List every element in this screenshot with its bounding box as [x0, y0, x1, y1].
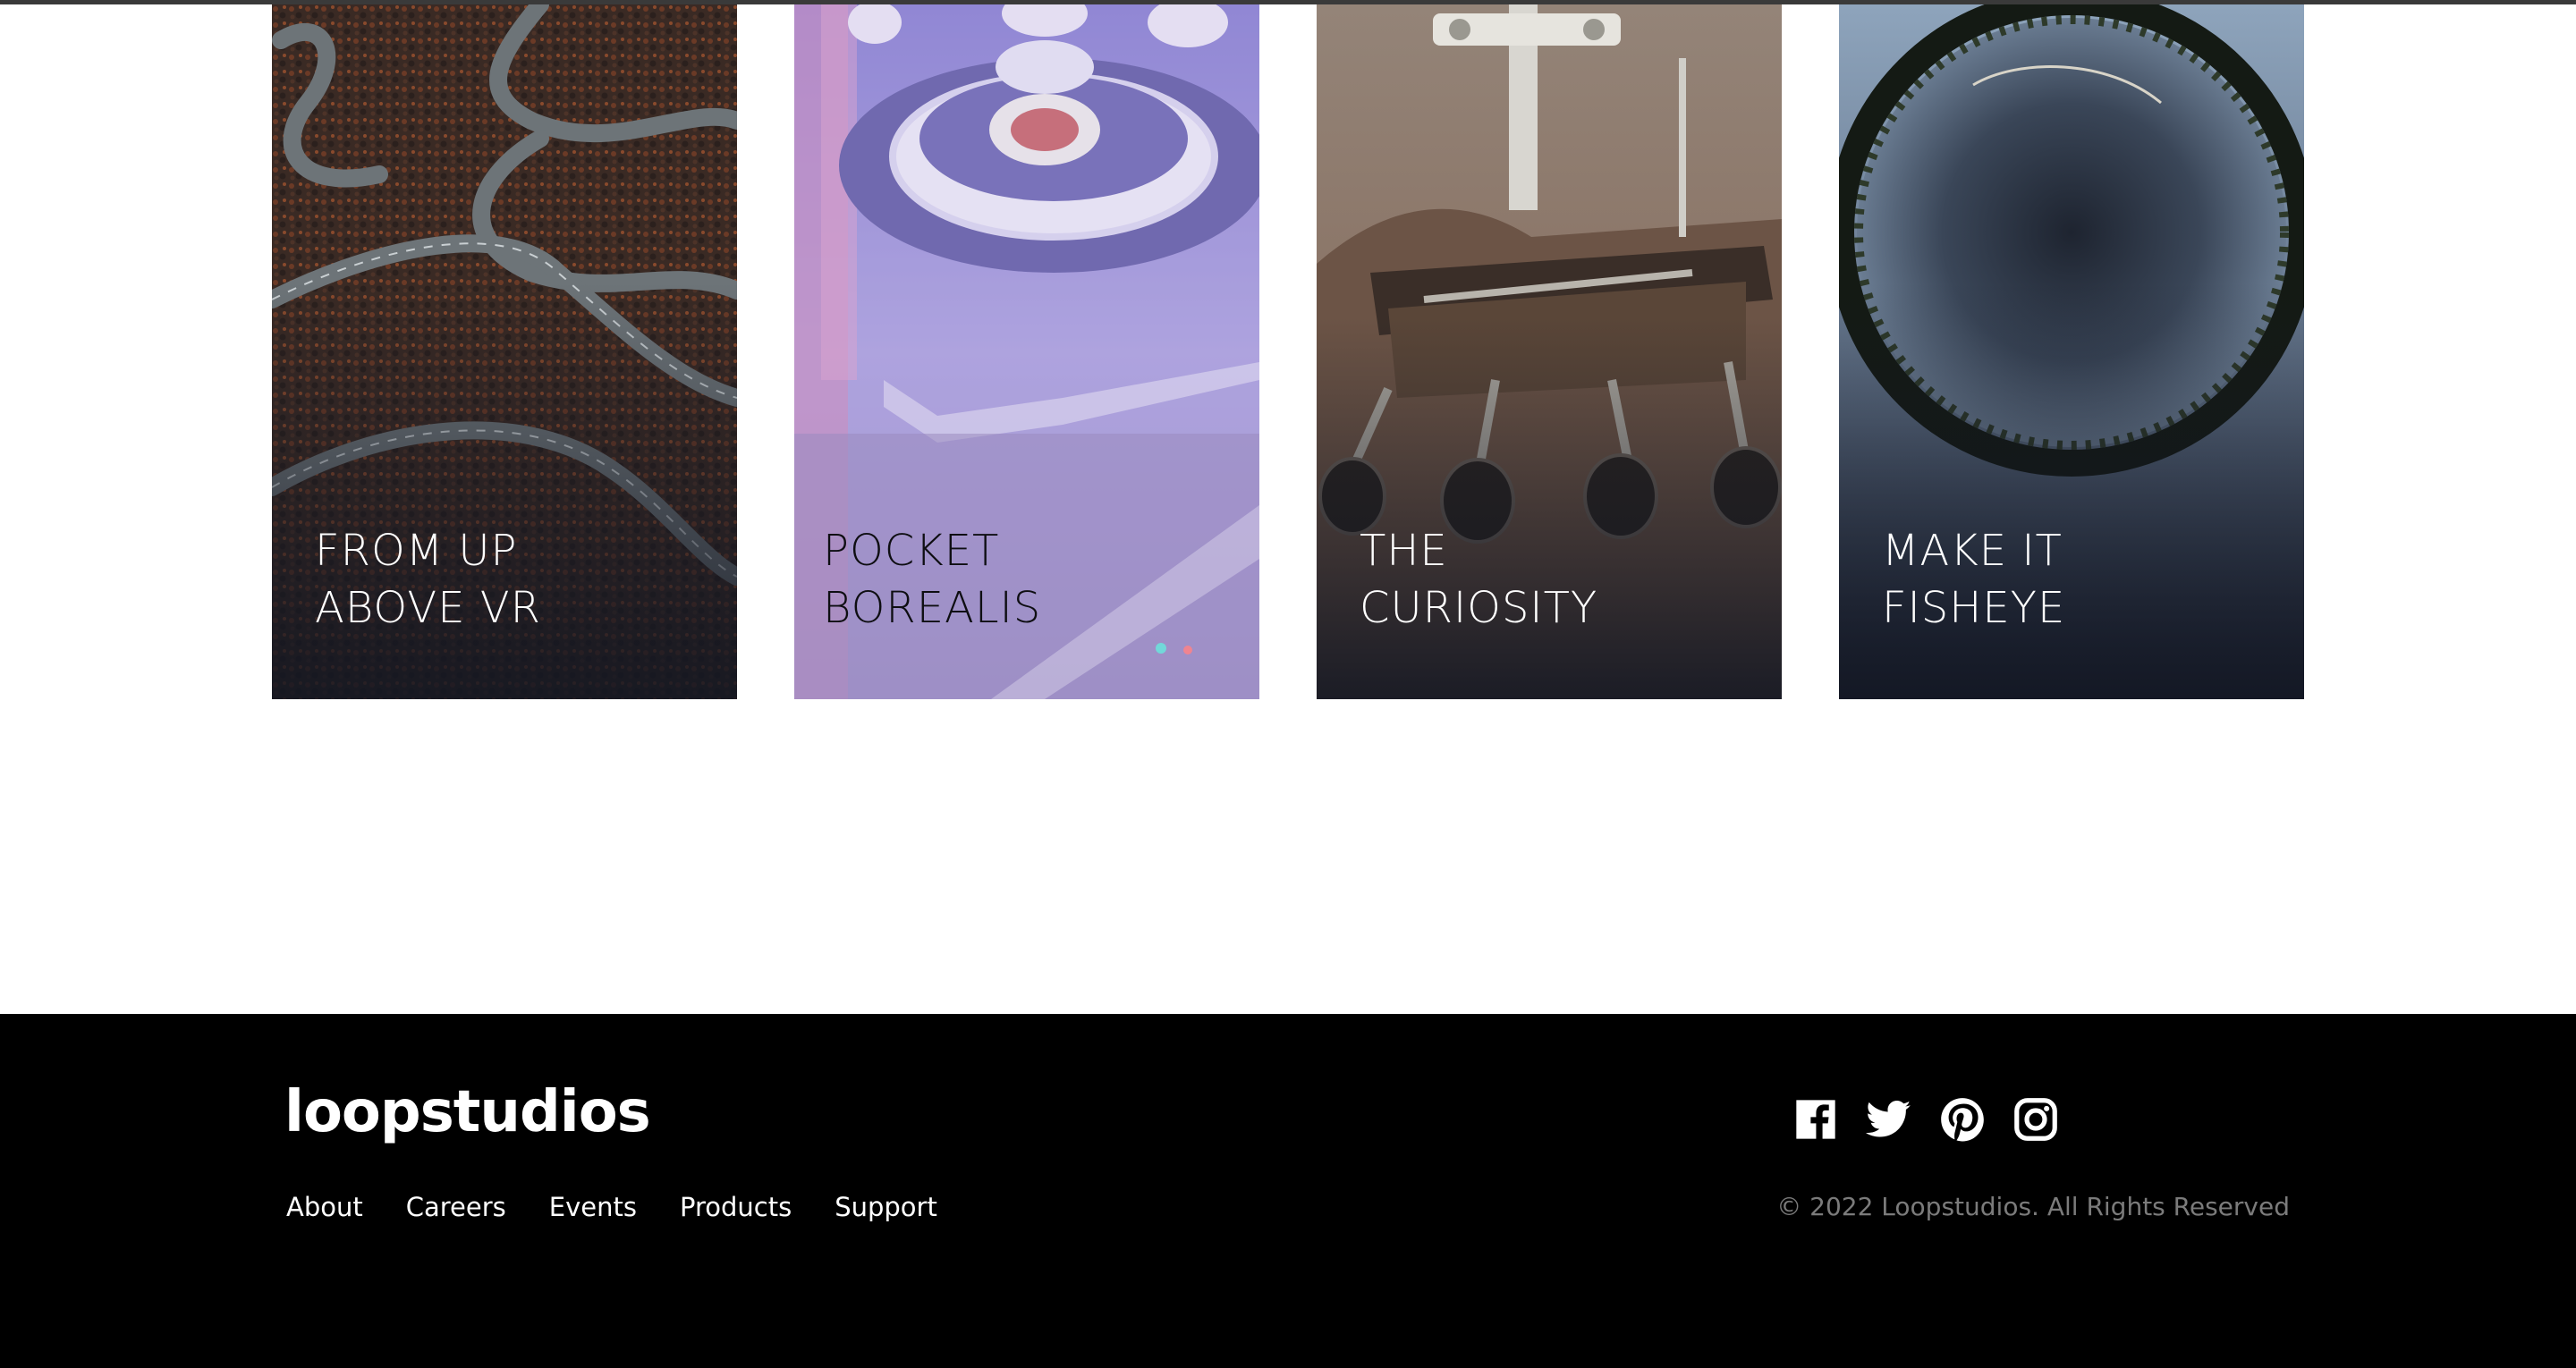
footer-nav-item: Events — [549, 1187, 637, 1227]
footer-link-products[interactable]: Products — [680, 1192, 792, 1222]
card-title: MAKE IT FISHEYE — [1882, 522, 2275, 637]
footer-link-about[interactable]: About — [286, 1192, 363, 1222]
card-title-line: ABOVE VR — [315, 583, 541, 633]
footer-nav-item: Careers — [406, 1187, 506, 1227]
footer-link-careers[interactable]: Careers — [406, 1192, 506, 1222]
facebook-icon[interactable] — [1792, 1096, 1839, 1143]
card-title: FROM UP ABOVE VR — [315, 522, 708, 637]
card-title-line: BOREALIS — [823, 583, 1042, 633]
footer-nav: About Careers Events Products Support — [286, 1187, 937, 1227]
card-title-line: POCKET — [823, 526, 1000, 576]
card-title: THE CURIOSITY — [1360, 522, 1753, 637]
footer-link-events[interactable]: Events — [549, 1192, 637, 1222]
card-title: POCKET BOREALIS — [823, 522, 1216, 637]
twitter-icon[interactable] — [1866, 1096, 1912, 1143]
pinterest-icon[interactable] — [1939, 1096, 1986, 1143]
copyright-text: © 2022 Loopstudios. All Rights Reserved — [1776, 1192, 2290, 1221]
footer-nav-item: Products — [680, 1187, 792, 1227]
page: FROM UP ABOVE VR POCKET BOREALIS THE CUR… — [0, 0, 2576, 1368]
creation-card-from-up-above-vr[interactable]: FROM UP ABOVE VR — [272, 4, 737, 699]
footer-link-support[interactable]: Support — [835, 1192, 937, 1222]
site-footer: loopstudios About Careers Events Product… — [0, 1014, 2576, 1368]
card-title-line: CURIOSITY — [1360, 583, 1598, 633]
card-title-line: FISHEYE — [1882, 583, 2066, 633]
creations-grid: FROM UP ABOVE VR POCKET BOREALIS THE CUR… — [272, 4, 2304, 699]
footer-nav-item: About — [286, 1187, 363, 1227]
card-title-line: MAKE IT — [1882, 526, 2063, 576]
card-title-line: THE — [1360, 526, 1448, 576]
footer-nav-item: Support — [835, 1187, 937, 1227]
social-links — [1792, 1096, 2059, 1143]
creation-card-the-curiosity[interactable]: THE CURIOSITY — [1317, 4, 1782, 699]
instagram-icon[interactable] — [2012, 1096, 2059, 1143]
creation-card-make-it-fisheye[interactable]: MAKE IT FISHEYE — [1839, 4, 2304, 699]
creation-card-pocket-borealis[interactable]: POCKET BOREALIS — [794, 4, 1259, 699]
card-title-line: FROM UP — [315, 526, 518, 576]
footer-logo[interactable]: loopstudios — [284, 1077, 651, 1148]
